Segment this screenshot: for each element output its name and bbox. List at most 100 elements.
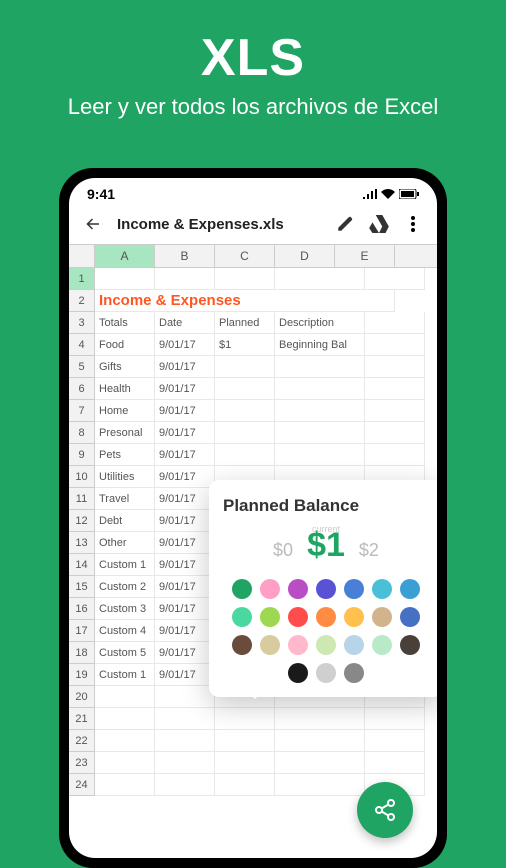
color-swatch[interactable] bbox=[344, 579, 364, 599]
sheet-title-cell[interactable]: Income & Expenses bbox=[95, 290, 395, 312]
color-swatch[interactable] bbox=[232, 607, 252, 627]
cell[interactable] bbox=[365, 268, 425, 290]
back-button[interactable] bbox=[83, 214, 103, 234]
row-header[interactable]: 14 bbox=[69, 554, 95, 576]
color-swatch[interactable] bbox=[232, 635, 252, 655]
row-header[interactable]: 9 bbox=[69, 444, 95, 466]
cell[interactable] bbox=[215, 752, 275, 774]
value-prev[interactable]: $0 bbox=[273, 540, 293, 561]
row-header[interactable]: 3 bbox=[69, 312, 95, 334]
color-swatch[interactable] bbox=[372, 635, 392, 655]
color-swatch[interactable] bbox=[400, 579, 420, 599]
color-swatch[interactable] bbox=[260, 579, 280, 599]
cell[interactable] bbox=[215, 356, 275, 378]
cell[interactable] bbox=[215, 730, 275, 752]
drive-button[interactable] bbox=[369, 214, 389, 234]
cell[interactable]: 9/01/17 bbox=[155, 598, 215, 620]
column-header[interactable]: A bbox=[95, 245, 155, 267]
column-header[interactable]: C bbox=[215, 245, 275, 267]
row-header[interactable]: 16 bbox=[69, 598, 95, 620]
cell[interactable]: $1 bbox=[215, 334, 275, 356]
cell[interactable]: Travel bbox=[95, 488, 155, 510]
cell[interactable]: 9/01/17 bbox=[155, 488, 215, 510]
row-header[interactable]: 22 bbox=[69, 730, 95, 752]
cell[interactable] bbox=[155, 752, 215, 774]
row-header[interactable]: 5 bbox=[69, 356, 95, 378]
cell[interactable] bbox=[95, 774, 155, 796]
column-header[interactable]: D bbox=[275, 245, 335, 267]
cell[interactable]: Health bbox=[95, 378, 155, 400]
cell[interactable] bbox=[155, 686, 215, 708]
cell[interactable] bbox=[275, 356, 365, 378]
cell[interactable]: Home bbox=[95, 400, 155, 422]
cell[interactable]: 9/01/17 bbox=[155, 378, 215, 400]
cell[interactable]: 9/01/17 bbox=[155, 466, 215, 488]
share-fab[interactable] bbox=[357, 782, 413, 838]
cell[interactable]: Custom 5 bbox=[95, 642, 155, 664]
color-swatch[interactable] bbox=[288, 607, 308, 627]
cell[interactable]: 9/01/17 bbox=[155, 642, 215, 664]
color-swatch[interactable] bbox=[400, 607, 420, 627]
cell[interactable]: Planned bbox=[215, 312, 275, 334]
cell[interactable]: Custom 1 bbox=[95, 554, 155, 576]
value-next[interactable]: $2 bbox=[359, 540, 379, 561]
cell[interactable] bbox=[275, 268, 365, 290]
row-header[interactable]: 2 bbox=[69, 290, 95, 312]
color-swatch[interactable] bbox=[372, 579, 392, 599]
cell[interactable]: 9/01/17 bbox=[155, 532, 215, 554]
row-header[interactable]: 8 bbox=[69, 422, 95, 444]
cell[interactable] bbox=[155, 774, 215, 796]
color-swatch[interactable] bbox=[400, 635, 420, 655]
cell[interactable] bbox=[95, 730, 155, 752]
cell[interactable] bbox=[95, 708, 155, 730]
row-header[interactable]: 1 bbox=[69, 268, 95, 290]
row-header[interactable]: 23 bbox=[69, 752, 95, 774]
cell[interactable]: Custom 3 bbox=[95, 598, 155, 620]
cell[interactable]: 9/01/17 bbox=[155, 620, 215, 642]
cell[interactable]: Totals bbox=[95, 312, 155, 334]
color-swatch[interactable] bbox=[316, 663, 336, 683]
cell[interactable] bbox=[215, 378, 275, 400]
cell[interactable] bbox=[365, 378, 425, 400]
row-header[interactable]: 4 bbox=[69, 334, 95, 356]
cell[interactable] bbox=[275, 730, 365, 752]
color-swatch[interactable] bbox=[288, 635, 308, 655]
column-header[interactable]: B bbox=[155, 245, 215, 267]
color-swatch[interactable] bbox=[344, 663, 364, 683]
cell[interactable]: Description bbox=[275, 312, 365, 334]
row-header[interactable]: 21 bbox=[69, 708, 95, 730]
cell[interactable] bbox=[95, 268, 155, 290]
cell[interactable] bbox=[155, 268, 215, 290]
row-header[interactable]: 20 bbox=[69, 686, 95, 708]
corner-cell[interactable] bbox=[69, 245, 95, 267]
cell[interactable] bbox=[365, 334, 425, 356]
color-swatch[interactable] bbox=[260, 635, 280, 655]
cell[interactable]: Custom 1 bbox=[95, 664, 155, 686]
row-header[interactable]: 19 bbox=[69, 664, 95, 686]
row-header[interactable]: 12 bbox=[69, 510, 95, 532]
cell[interactable]: 9/01/17 bbox=[155, 510, 215, 532]
cell[interactable] bbox=[365, 356, 425, 378]
row-header[interactable]: 7 bbox=[69, 400, 95, 422]
cell[interactable] bbox=[95, 752, 155, 774]
cell[interactable]: 9/01/17 bbox=[155, 334, 215, 356]
color-swatch[interactable] bbox=[372, 607, 392, 627]
cell[interactable] bbox=[215, 268, 275, 290]
cell[interactable]: Custom 4 bbox=[95, 620, 155, 642]
row-header[interactable]: 24 bbox=[69, 774, 95, 796]
cell[interactable] bbox=[365, 730, 425, 752]
row-header[interactable]: 13 bbox=[69, 532, 95, 554]
cell[interactable]: 9/01/17 bbox=[155, 400, 215, 422]
cell[interactable] bbox=[365, 400, 425, 422]
color-swatch[interactable] bbox=[316, 635, 336, 655]
cell[interactable] bbox=[365, 708, 425, 730]
row-header[interactable]: 17 bbox=[69, 620, 95, 642]
cell[interactable] bbox=[95, 686, 155, 708]
row-header[interactable]: 15 bbox=[69, 576, 95, 598]
color-swatch[interactable] bbox=[288, 579, 308, 599]
cell[interactable]: 9/01/17 bbox=[155, 554, 215, 576]
cell[interactable]: 9/01/17 bbox=[155, 444, 215, 466]
row-header[interactable]: 11 bbox=[69, 488, 95, 510]
cell[interactable]: Custom 2 bbox=[95, 576, 155, 598]
cell[interactable] bbox=[275, 378, 365, 400]
